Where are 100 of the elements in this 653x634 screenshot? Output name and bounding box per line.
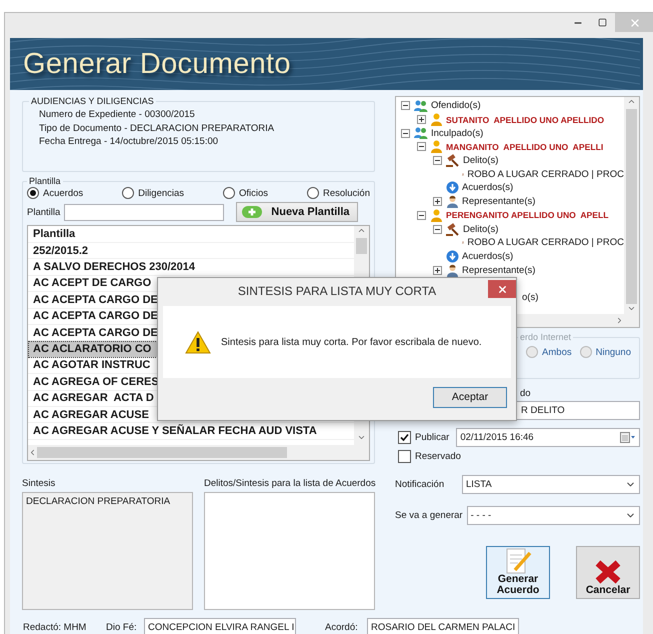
checkmark-icon — [400, 433, 409, 442]
field-label: Acordó: — [325, 622, 359, 632]
tree-item[interactable]: Acuerdos(s) — [462, 250, 514, 262]
tree-item[interactable]: Delito(s) — [463, 155, 498, 166]
close-button[interactable] — [488, 280, 516, 298]
tree-item[interactable]: ROBO A LUGAR CERRADO | PROC — [467, 237, 624, 248]
list-row[interactable]: A SALVO DERECHOS 230/2014 — [28, 259, 354, 276]
detail-text: Tipo de Documento - DECLARACION PREPARATORIA — [39, 122, 276, 135]
new-template-button[interactable]: Nueva Plantilla — [236, 202, 358, 222]
author-text: Redactó: MHM — [23, 622, 88, 632]
person-icon — [446, 264, 459, 277]
dialog-title: SINTESIS PARA LISTA MUY CORTA — [238, 284, 436, 298]
tree-item[interactable]: PERENGANITO APELLIDO UNO APELL — [446, 210, 608, 220]
plus-icon — [241, 205, 264, 219]
collapse-icon[interactable] — [417, 142, 426, 152]
cancel-button[interactable]: Cancelar — [576, 546, 640, 599]
plus-icon — [435, 199, 440, 204]
minus-icon — [419, 144, 424, 150]
radio-option[interactable]: Acuerdos — [27, 187, 84, 199]
field-label: Delitos/Sintesis para la lista de Acuerdos — [204, 478, 376, 489]
radio-option[interactable]: Ambos — [526, 346, 572, 358]
tree-item[interactable]: Ofendido(s) — [431, 100, 481, 112]
minus-icon — [403, 103, 408, 108]
list-item-text[interactable]: AC ACEPTA CARGO DE — [33, 294, 158, 306]
template-field[interactable] — [64, 204, 224, 220]
expand-icon[interactable] — [433, 197, 442, 206]
scrollbar[interactable] — [28, 445, 354, 460]
agreed-by-dropdown[interactable]: ROSARIO DEL CARMEN PALACI — [367, 618, 519, 634]
minus-icon — [419, 212, 424, 218]
tree-item[interactable]: Representante(s) — [462, 264, 536, 276]
person-icon — [430, 208, 443, 222]
scrollbar-thumb[interactable] — [356, 238, 367, 254]
dialog-message: Sintesis para lista muy corta. Por favor escribala de nuevo. — [221, 336, 482, 348]
list-item-text[interactable]: AC AGREGAR ACUSE — [33, 408, 149, 421]
tree-item[interactable]: Acuerdos(s) — [462, 182, 514, 194]
date-field[interactable]: 02/11/2015 16:46 — [456, 428, 640, 447]
reserved-checkbox[interactable]: Reservado — [398, 450, 461, 463]
close-icon — [629, 16, 641, 28]
warning-icon — [185, 330, 211, 354]
detail-text: Numero de Expediente - 00300/2015 — [39, 108, 196, 122]
expand-icon[interactable] — [433, 266, 442, 275]
list-row[interactable]: 252/2015.2 — [28, 243, 354, 260]
calendar-icon — [620, 432, 636, 443]
field-label: Sintesis — [22, 478, 56, 489]
tree-item[interactable]: SUTANITO APELLIDO UNO APELLIDO — [446, 114, 604, 125]
person-icon — [430, 140, 443, 154]
witness-dropdown[interactable]: CONCEPCION ELVIRA RANGEL I — [144, 618, 296, 634]
radio-option[interactable]: Resolución — [306, 187, 370, 199]
collapse-icon[interactable] — [401, 128, 410, 138]
list-item-text[interactable]: AC AGOTAR INSTRUC — [33, 359, 150, 372]
people-icon — [414, 127, 428, 140]
notification-dropdown[interactable]: LISTA — [462, 475, 640, 494]
radio-option[interactable]: Oficios — [222, 187, 268, 199]
field-label: Plantilla — [27, 206, 60, 218]
scroll-down-icon — [357, 433, 366, 442]
tree-item[interactable]: Delito(s) — [463, 224, 498, 235]
tree-item[interactable]: ROBO A LUGAR CERRADO | PROC — [467, 168, 624, 180]
generate-dropdown[interactable]: - - - - — [466, 506, 640, 525]
tree-item[interactable]: MANGANITO APELLIDO UNO APELLI — [446, 142, 604, 152]
publish-checkbox[interactable]: Publicar — [398, 431, 450, 444]
download-icon — [446, 250, 459, 263]
group-title: Plantilla — [28, 176, 62, 186]
collapse-icon[interactable] — [401, 101, 410, 110]
cross-icon — [594, 559, 622, 585]
list-item-text[interactable]: AC AGREGAR ACUSE Y SEÑALAR FECHA AUD VISTA — [33, 424, 317, 437]
scrollbar[interactable] — [624, 97, 639, 327]
list-item-text[interactable]: AC AGREGA OF CERES — [33, 376, 159, 388]
column-header: Plantilla — [28, 226, 354, 243]
tree-item[interactable]: Representante(s) — [462, 196, 536, 208]
tree-item[interactable]: Inculpado(s) — [431, 128, 484, 139]
scrollbar-thumb[interactable] — [37, 447, 287, 458]
list-item-text[interactable]: A SALVO DERECHOS 230/2014 — [33, 261, 196, 274]
scrollbar-thumb[interactable] — [626, 109, 637, 304]
collapse-icon[interactable] — [417, 210, 426, 220]
collapse-icon[interactable] — [433, 224, 442, 234]
offenses-field[interactable] — [204, 492, 375, 610]
list-item-text[interactable]: AC ACLARATORIO CO — [33, 343, 152, 356]
list-item-text[interactable]: AC ACEPTA CARGO DE — [33, 310, 158, 322]
accept-button[interactable]: Aceptar — [433, 386, 507, 408]
collapse-icon[interactable] — [433, 156, 442, 166]
field-label: do — [520, 388, 532, 399]
minus-icon — [435, 226, 440, 232]
list-item-text[interactable]: 252/2015.2 — [33, 244, 88, 257]
scroll-right-icon — [615, 316, 624, 325]
synthesis-field[interactable]: DECLARACION PREPARATORIA — [22, 492, 193, 610]
radio-option[interactable]: Ninguno — [580, 346, 631, 358]
plus-icon — [435, 268, 440, 273]
detail-text: Fecha Entrega - 14/octubre/2015 05:15:00 — [39, 135, 220, 148]
tree-item-label: o(s) — [522, 292, 538, 304]
radio-option[interactable]: Diligencias — [122, 187, 184, 199]
group-title: erdo Internet — [519, 332, 572, 342]
scroll-up-icon — [627, 97, 636, 106]
list-item-text[interactable]: AC ACEPTA CARGO DE — [33, 326, 158, 339]
list-item-text[interactable]: AC ACEPT DE CARGO — [33, 277, 152, 290]
expand-icon[interactable] — [417, 115, 426, 124]
list-item-text[interactable]: AC AGREGAR ACTA D — [33, 392, 154, 404]
person-icon — [446, 195, 459, 208]
field-label: Se va a generar — [395, 510, 463, 521]
list-row[interactable]: AC AGREGAR ACUSE Y SEÑALAR FECHA AUD VISTA — [28, 423, 354, 440]
generate-button[interactable]: Generar Acuerdo — [486, 546, 550, 599]
